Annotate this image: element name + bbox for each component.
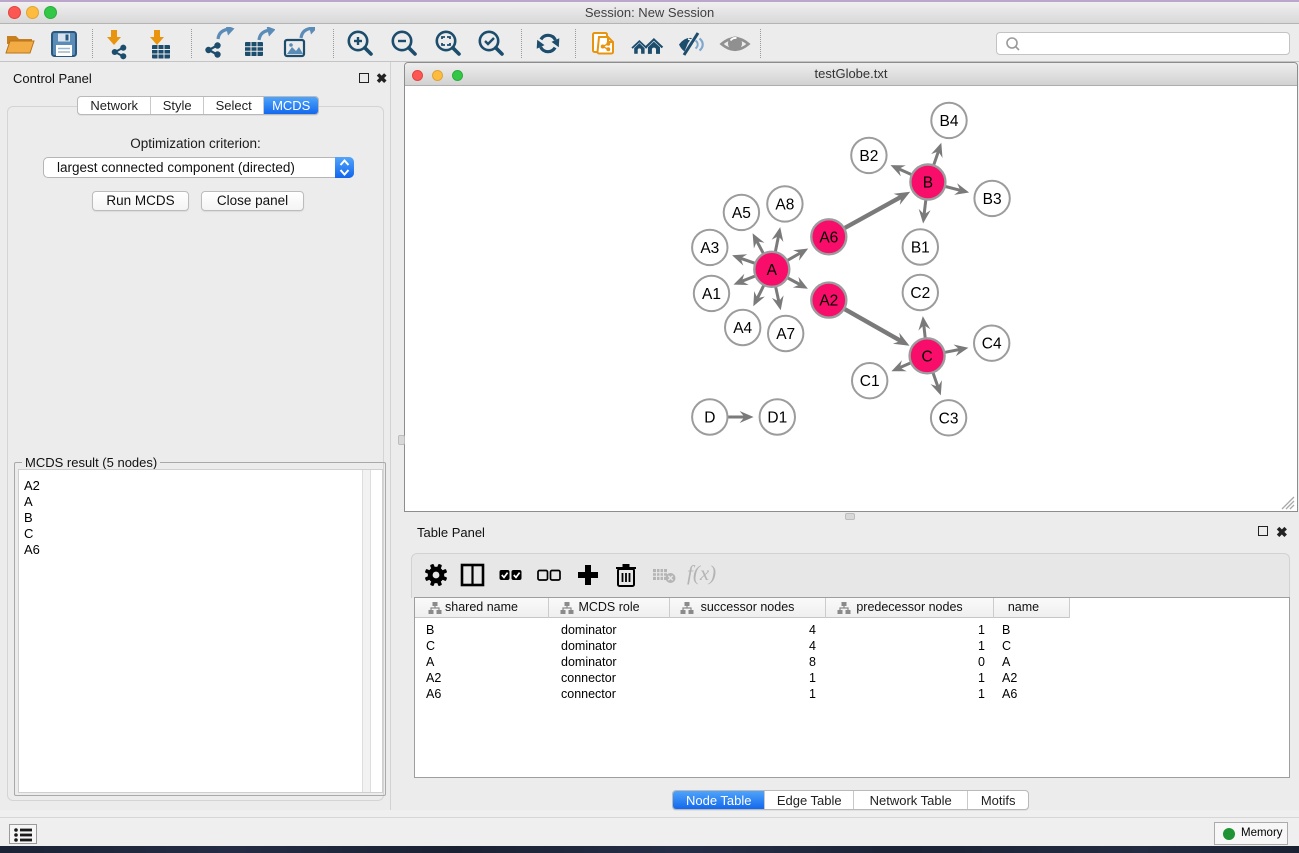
svg-text:A7: A7 xyxy=(776,326,795,343)
svg-text:A8: A8 xyxy=(775,196,794,213)
svg-text:B: B xyxy=(923,175,933,192)
svg-text:C2: C2 xyxy=(910,285,930,302)
svg-text:C1: C1 xyxy=(860,373,880,390)
svg-text:B2: B2 xyxy=(859,148,878,165)
svg-text:B1: B1 xyxy=(911,240,930,257)
svg-text:A4: A4 xyxy=(733,320,752,337)
svg-text:A1: A1 xyxy=(702,286,721,303)
svg-text:A2: A2 xyxy=(819,293,838,310)
svg-text:A3: A3 xyxy=(700,240,719,257)
svg-text:A5: A5 xyxy=(732,205,751,222)
svg-text:D1: D1 xyxy=(767,410,787,427)
svg-text:C4: C4 xyxy=(982,336,1002,353)
svg-text:A6: A6 xyxy=(819,229,838,246)
svg-text:C: C xyxy=(921,348,932,365)
svg-text:B4: B4 xyxy=(940,113,959,130)
svg-text:B3: B3 xyxy=(983,191,1002,208)
svg-text:D: D xyxy=(704,410,715,427)
svg-text:C3: C3 xyxy=(939,410,959,427)
svg-text:A: A xyxy=(767,262,778,279)
